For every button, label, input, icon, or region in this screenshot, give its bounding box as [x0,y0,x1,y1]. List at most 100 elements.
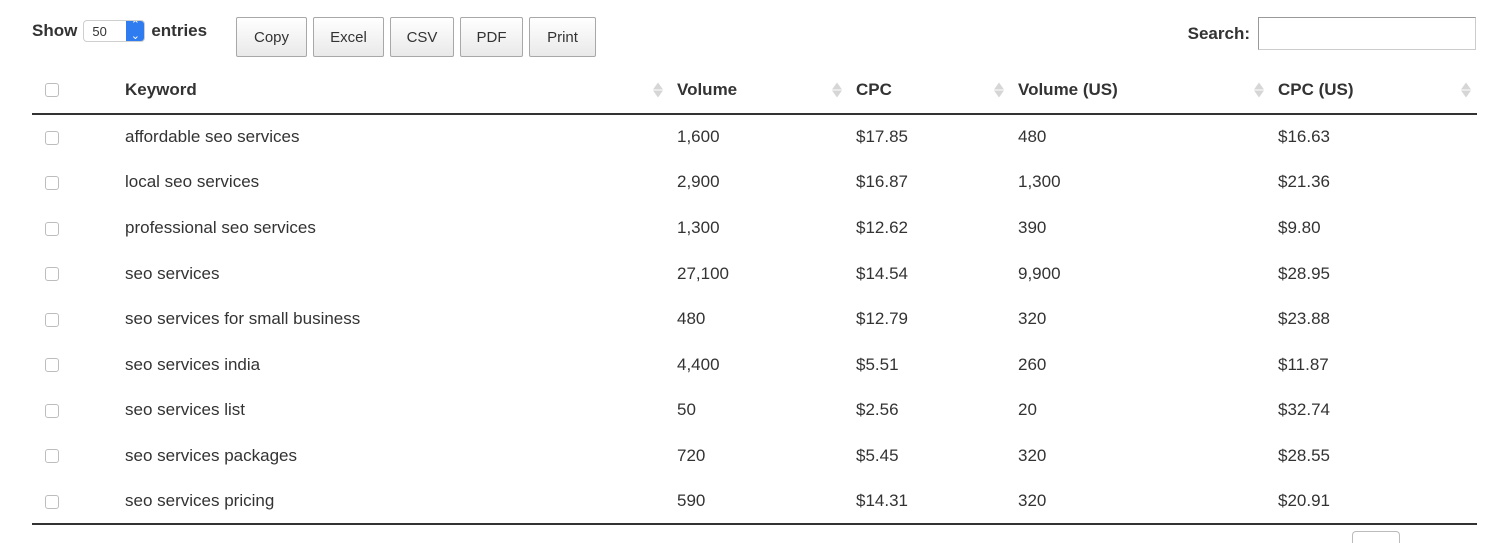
cell-cpc-us: $9.80 [1278,217,1321,237]
cell-cpc-us: $20.91 [1278,478,1477,526]
export-buttons: Copy Excel CSV PDF Print [236,17,596,57]
cell-volume: 27,100 [677,263,729,283]
cell-volume-us: 390 [1018,217,1047,237]
pdf-button[interactable]: PDF [460,17,523,57]
cell-cpc: $14.31 [856,478,1018,526]
column-header-keyword[interactable]: Keyword [125,66,677,115]
cell-keyword: seo services for small business [125,309,361,329]
entries-label: entries [151,21,208,40]
cell-select [32,433,125,479]
cell-keyword: affordable seo services [125,127,300,147]
cell-select [32,160,125,206]
show-label: Show [32,21,78,40]
column-header-label: CPC [856,79,892,99]
cell-keyword: seo services india [125,354,261,374]
column-header-label: Volume (US) [1018,79,1118,99]
cell-volume: 480 [677,309,706,329]
row-checkbox[interactable] [45,175,59,190]
cell-cpc-us: $21.36 [1278,172,1330,192]
row-checkbox[interactable] [45,312,59,327]
row-checkbox[interactable] [45,494,59,509]
sort-icon [832,82,842,97]
table-row: local seo services 2,900 $16.87 1,300 $21.36 [32,160,1477,206]
cell-cpc-us: $23.88 [1278,309,1330,329]
cell-cpc-us: $11.87 [1278,354,1329,374]
row-checkbox[interactable] [45,449,59,464]
select-all-checkbox[interactable] [45,83,59,98]
cell-keyword: professional seo services [125,217,316,237]
cell-volume: 720 [677,445,706,465]
cell-cpc: $17.85 [856,127,908,147]
cell-cpc: $12.62 [856,217,908,237]
column-header-cpc[interactable]: CPC [856,66,1018,115]
cell-select [32,342,125,388]
copy-button[interactable]: Copy [236,17,307,57]
cell-keyword: seo services [125,263,220,283]
sort-icon [994,82,1004,97]
cell-select [32,478,125,526]
excel-button[interactable]: Excel [313,17,384,57]
row-checkbox[interactable] [45,221,59,236]
search-input[interactable] [1258,17,1476,50]
cell-cpc: $5.45 [856,445,899,465]
table-header-row: Keyword Volume CPC Volume (US) CPC (US) [32,66,1477,115]
sort-icon [1461,82,1471,97]
cell-keyword: seo services pricing [125,478,677,526]
table-row: seo services for small business 480 $12.79… [32,296,1477,342]
table-row: seo services pricing 590 $14.31 320 $20.91 [32,478,1477,526]
cell-volume-us: 320 [1018,445,1047,465]
table-row: seo services packages 720 $5.45 320 $28.55 [32,433,1477,479]
cell-cpc-us: $28.95 [1278,263,1330,283]
column-header-label: CPC (US) [1278,79,1354,99]
row-checkbox[interactable] [45,130,59,145]
table-row: professional seo services 1,300 $12.62 390 $… [32,205,1477,251]
cell-volume-us: 1,300 [1018,172,1061,192]
cell-cpc: $16.87 [856,172,908,192]
header-select-all [32,66,125,115]
cell-volume-us: 260 [1018,354,1047,374]
search-control: Search: [1188,17,1476,50]
cell-volume-us: 9,900 [1018,263,1061,283]
table-row: seo services 27,100 $14.54 9,900 $28.95 [32,251,1477,297]
cell-volume-us: 20 [1018,400,1037,420]
cell-select [32,251,125,297]
cell-volume-us: 480 [1018,127,1047,147]
cell-volume: 4,400 [677,354,720,374]
cell-keyword: seo services list [125,400,245,420]
row-checkbox[interactable] [45,267,59,282]
row-checkbox[interactable] [45,358,59,373]
csv-button[interactable]: CSV [390,17,454,57]
cell-cpc: $5.51 [856,354,899,374]
cell-select [32,296,125,342]
sort-icon [1254,82,1264,97]
column-header-cpc-us[interactable]: CPC (US) [1278,66,1477,115]
cell-volume: 1,300 [677,217,720,237]
sort-icon [653,82,663,97]
cell-select [32,388,125,434]
select-updown-icon: ⌃ ⌄ [126,21,145,41]
table-row: affordable seo services 1,600 $17.85 480 $16… [32,114,1477,160]
cell-volume: 2,900 [677,172,720,192]
row-checkbox[interactable] [45,403,59,418]
table-row: seo services india 4,400 $5.51 260 $11.87 [32,342,1477,388]
print-button[interactable]: Print [529,17,596,57]
cell-cpc-us: $32.74 [1278,400,1330,420]
entries-per-page-select[interactable]: 50 ⌃ ⌄ [83,20,146,42]
column-header-label: Keyword [125,79,197,99]
column-header-volume[interactable]: Volume [677,66,856,115]
search-label: Search: [1187,23,1250,43]
cell-keyword: local seo services [125,172,260,192]
keywords-table: Keyword Volume CPC Volume (US) CPC (US) … [32,66,1477,526]
pagination-control[interactable] [1352,531,1400,543]
cell-cpc: $12.79 [856,309,908,329]
cell-cpc-us: $16.63 [1278,127,1330,147]
cell-select [32,114,125,160]
entries-per-page-value: 50 [92,23,107,39]
column-header-label: Volume [677,79,738,99]
cell-volume: 590 [677,478,856,526]
table-row: seo services list 50 $2.56 20 $32.74 [32,388,1477,434]
cell-cpc: $14.54 [856,263,908,283]
cell-keyword: seo services packages [125,445,297,465]
column-header-volume-us[interactable]: Volume (US) [1018,66,1278,115]
cell-volume-us: 320 [1018,478,1278,526]
